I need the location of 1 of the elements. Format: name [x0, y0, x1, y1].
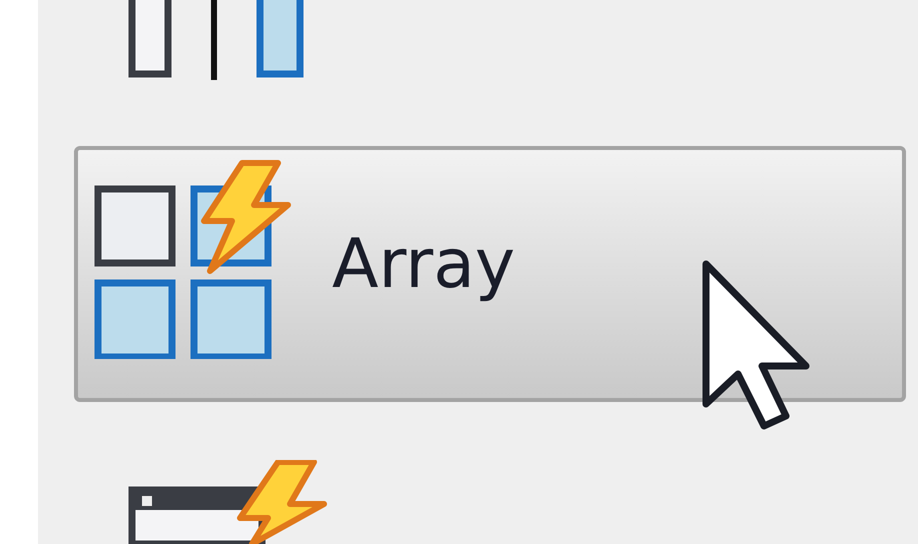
menu-item[interactable]: Array: [74, 146, 906, 402]
